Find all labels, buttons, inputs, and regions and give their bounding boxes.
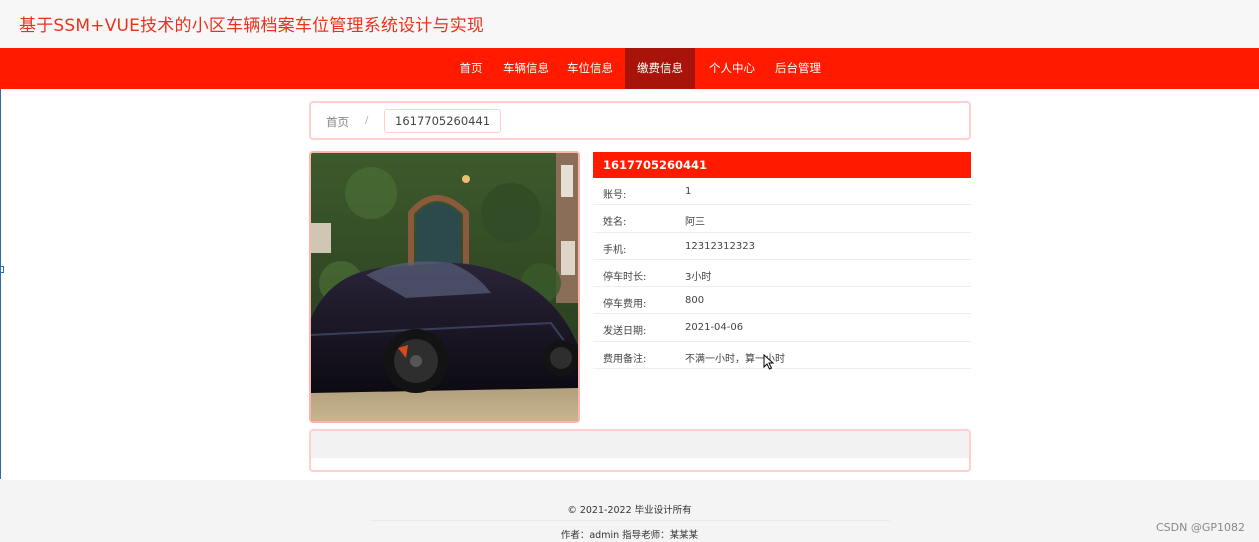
breadcrumb-separator: / [365, 115, 369, 126]
payment-detail-panel: 1617705260441 账号: 1 姓名: 阿三 手机: 123123123… [593, 152, 971, 370]
detail-label: 停车时长: [603, 271, 647, 283]
detail-value: 12312312323 [685, 240, 755, 252]
footer-divider [370, 520, 890, 521]
mouse-cursor-icon [763, 353, 775, 370]
detail-label: 停车费用: [603, 299, 647, 311]
nav-item-personal-center[interactable]: 个人中心 [706, 48, 758, 89]
breadcrumb-home-link[interactable]: 首页 [326, 114, 349, 130]
detail-label: 手机: [603, 244, 627, 256]
detail-value: 3小时 [685, 271, 712, 283]
detail-row-send-date: 发送日期: 2021-04-06 [593, 314, 971, 342]
detail-label: 姓名: [603, 217, 627, 229]
nav-item-home[interactable]: 首页 [452, 48, 490, 89]
detail-value: 2021-04-06 [685, 322, 744, 334]
detail-content-box [309, 429, 971, 472]
breadcrumb: 首页 / 1617705260441 [309, 101, 971, 140]
main-nav: 首页 车辆信息 车位信息 缴费信息 个人中心 后台管理 [0, 48, 1259, 89]
nav-item-vehicle-info[interactable]: 车辆信息 [500, 48, 552, 89]
detail-row-parking-duration: 停车时长: 3小时 [593, 260, 971, 288]
resize-handle[interactable] [0, 266, 4, 273]
detail-row-account: 账号: 1 [593, 178, 971, 206]
detail-label: 费用备注: [603, 353, 647, 365]
breadcrumb-current: 1617705260441 [384, 109, 502, 133]
detail-label: 发送日期: [603, 326, 647, 338]
detail-row-name: 姓名: 阿三 [593, 205, 971, 233]
csdn-watermark: CSDN @GP1082 [1155, 521, 1245, 534]
nav-item-admin[interactable]: 后台管理 [772, 48, 824, 89]
window-left-edge [0, 89, 2, 479]
detail-value: 800 [685, 295, 705, 307]
footer-author: 作者：admin 指导老师：某某某 [560, 530, 699, 541]
detail-value: 1 [685, 186, 692, 197]
site-title: 基于SSM+VUE技术的小区车辆档案车位管理系统设计与实现 [19, 16, 485, 36]
detail-row-phone: 手机: 12312312323 [593, 233, 971, 260]
nav-item-parking-space-info[interactable]: 车位信息 [564, 48, 616, 89]
site-header: 基于SSM+VUE技术的小区车辆档案车位管理系统设计与实现 [0, 0, 1259, 48]
detail-title: 1617705260441 [593, 152, 971, 178]
car-photo-image [311, 153, 578, 421]
detail-row-parking-fee: 停车费用: 800 [593, 287, 971, 315]
page-footer: © 2021-2022 毕业设计所有 作者：admin 指导老师：某某某 CSD… [0, 480, 1259, 542]
detail-label: 账号: [603, 190, 627, 201]
content-box-header [311, 431, 969, 458]
footer-copyright: © 2021-2022 毕业设计所有 [567, 505, 692, 516]
nav-item-payment-info[interactable]: 缴费信息 [625, 48, 695, 89]
detail-value: 阿三 [685, 217, 705, 229]
vehicle-photo [309, 151, 580, 423]
detail-row-fee-remark: 费用备注: 不满一小时，算一小时 [593, 342, 971, 370]
